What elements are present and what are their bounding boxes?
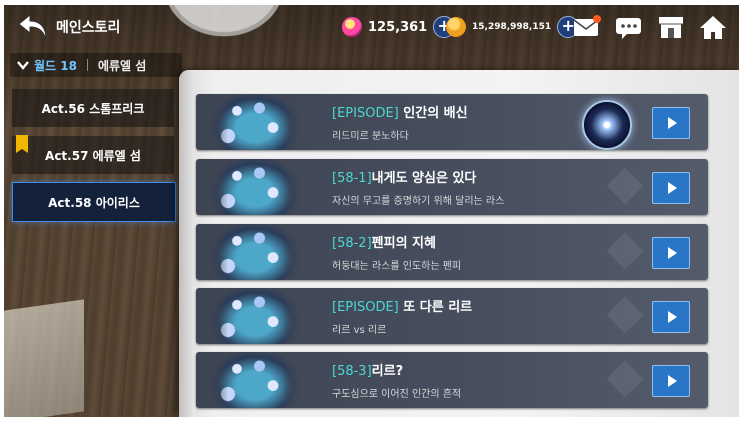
play-button[interactable] [652,237,690,269]
episode-tag: [58-2] [332,236,372,251]
act-label: Act.58 아이리스 [48,195,140,210]
back-arrow-icon[interactable] [16,11,50,43]
episode-thumbnail [210,224,300,280]
episode-tag: [58-1] [332,171,372,186]
act-item-57[interactable]: Act.57 에류엘 섬 [12,136,174,174]
episode-thumbnail [210,352,300,408]
episode-name: 펜피의 지혜 [371,236,436,251]
mail-icon[interactable] [572,13,602,41]
top-bar: 메인스토리 125,361 + 15,298,998,151 + [4,5,739,49]
diamond-decoration [606,360,644,398]
chevron-down-icon [17,61,29,70]
episode-tag: [EPISODE] [332,300,399,315]
episode-name: 리르? [371,364,404,379]
play-button[interactable] [652,172,690,204]
play-button[interactable] [652,107,690,139]
act-item-58-selected[interactable]: Act.58 아이리스 [12,182,176,222]
play-icon [668,182,677,194]
episode-subtitle: 리르 vs 리르 [332,325,387,336]
episode-card[interactable]: [58-1]내게도 양심은 있다 자신의 무고를 증명하기 위해 달리는 라스 [196,159,708,215]
chat-icon[interactable] [614,13,644,41]
play-button[interactable] [652,365,690,397]
play-icon [668,117,677,129]
game-screen: 메인스토리 125,361 + 15,298,998,151 + 월드 18 에… [4,5,739,417]
episode-tag: [EPISODE] [332,106,399,121]
episode-title: [58-3]리르? [332,360,403,379]
episode-thumbnail [210,159,300,215]
play-button[interactable] [652,301,690,333]
act-item-56[interactable]: Act.56 스톰프리크 [12,89,174,127]
world-number: 월드 18 [34,58,77,73]
diamond-decoration [606,296,644,334]
page-title: 메인스토리 [56,20,121,36]
episode-subtitle: 구도심으로 이어진 인간의 흔적 [332,389,462,400]
world-name: 에류엘 섬 [97,58,147,73]
gold-resource: 15,298,998,151 + [446,14,580,40]
episode-subtitle: 리드미르 분노하다 [332,131,409,142]
gem-resource: 125,361 + [342,14,456,40]
episode-title: [58-2]펜피의 지혜 [332,232,436,251]
episode-title: [EPISODE] 또 다른 리르 [332,296,472,315]
episode-subtitle: 허둥대는 라스를 인도하는 펜피 [332,261,462,272]
diamond-decoration [606,232,644,270]
episode-thumbnail [210,94,300,150]
episode-card[interactable]: [58-3]리르? 구도심으로 이어진 인간의 흔적 [196,352,708,408]
world-divider [86,59,88,71]
gold-coin-icon [446,17,466,37]
gem-icon [342,17,362,37]
episode-thumbnail [210,288,300,344]
episode-card[interactable]: [EPISODE] 또 다른 리르 리르 vs 리르 [196,288,708,344]
episode-name: 또 다른 리르 [398,300,473,315]
episode-subtitle: 자신의 무고를 증명하기 위해 달리는 라스 [332,196,505,207]
home-icon[interactable] [698,13,728,41]
episode-card[interactable]: [58-2]펜피의 지혜 허둥대는 라스를 인도하는 펜피 [196,224,708,280]
episode-title: [EPISODE] 인간의 배신 [332,102,468,121]
episode-title: [58-1]내게도 양심은 있다 [332,167,476,186]
act-label: Act.56 스톰프리크 [41,101,145,116]
episode-card[interactable]: [EPISODE] 인간의 배신 리드미르 분노하다 [196,94,708,150]
act-label: Act.57 에류엘 섬 [45,148,141,163]
gem-value: 125,361 [368,19,428,35]
notebook-decoration [4,299,84,417]
diamond-decoration [606,167,644,205]
episode-tag: [58-3] [332,364,372,379]
episode-name: 내게도 양심은 있다 [371,171,477,186]
play-icon [668,311,677,323]
shop-icon[interactable] [656,13,686,41]
glowing-orb-icon [582,100,632,150]
gold-value: 15,298,998,151 [472,22,552,32]
play-icon [668,375,677,387]
world-selector[interactable]: 월드 18 에류엘 섬 [10,53,182,77]
play-icon [668,247,677,259]
episode-name: 인간의 배신 [398,106,468,121]
